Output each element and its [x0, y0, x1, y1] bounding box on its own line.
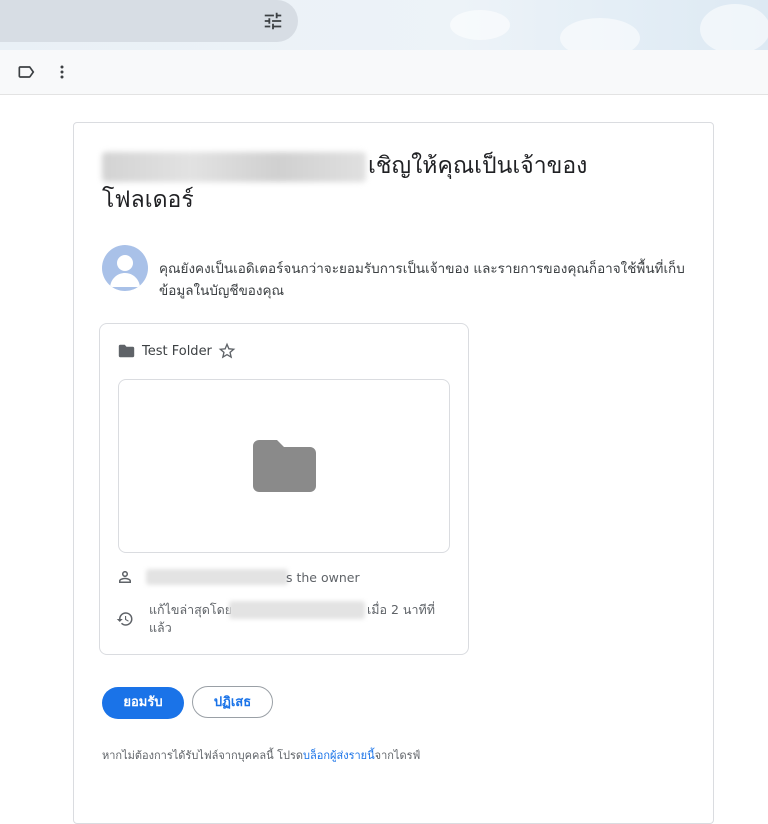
block-sender-notice: หากไม่ต้องการได้รับไฟล์จากบุคคลนี้ โปรดบ…: [102, 748, 420, 764]
more-vert-icon[interactable]: [52, 62, 72, 82]
modified-time: เมื่อ 2 นาทีที่: [367, 602, 435, 617]
footer-text: หากไม่ต้องการได้รับไฟล์จากบุคคลนี้ โปรด: [102, 749, 304, 762]
block-sender-link[interactable]: บล็อกผู้ส่งรายนี้: [303, 749, 375, 762]
toolbar: [0, 50, 768, 95]
tune-icon[interactable]: [262, 10, 284, 32]
modifier-name-redacted: [229, 601, 365, 619]
item-name: Test Folder: [142, 344, 212, 359]
history-icon: [116, 612, 133, 626]
invitation-title: เชิญให้คุณเป็นเจ้าของ: [368, 153, 588, 179]
modified-by-label: แก้ไขล่าสุดโดย: [149, 602, 233, 617]
avatar-person-icon: [110, 255, 140, 287]
avatar: [102, 245, 148, 291]
search-bar[interactable]: [0, 0, 298, 42]
sender-name-redacted: [102, 152, 366, 182]
invitation-message: คุณยังคงเป็นเอดิเตอร์จนกว่าจะยอมรับการเป…: [159, 261, 685, 299]
accept-button[interactable]: ยอมรับ: [102, 687, 184, 719]
top-header: [0, 0, 768, 58]
owner-name-redacted: [146, 569, 288, 585]
person-icon: [119, 571, 131, 583]
invitation-title-line2: โฟลเดอร์: [102, 187, 194, 213]
label-icon[interactable]: [16, 62, 36, 82]
owner-label: s the owner: [286, 570, 360, 585]
folder-icon: [118, 344, 135, 358]
decline-button[interactable]: ปฏิเสธ: [192, 686, 273, 718]
star-outline-icon[interactable]: [217, 341, 237, 361]
folder-icon: [253, 440, 316, 492]
footer-text-suffix: จากไดรฟ์: [374, 749, 421, 762]
background-cloud: [700, 4, 768, 54]
background-cloud: [450, 10, 510, 40]
modified-time-line2: แล้ว: [149, 620, 172, 635]
